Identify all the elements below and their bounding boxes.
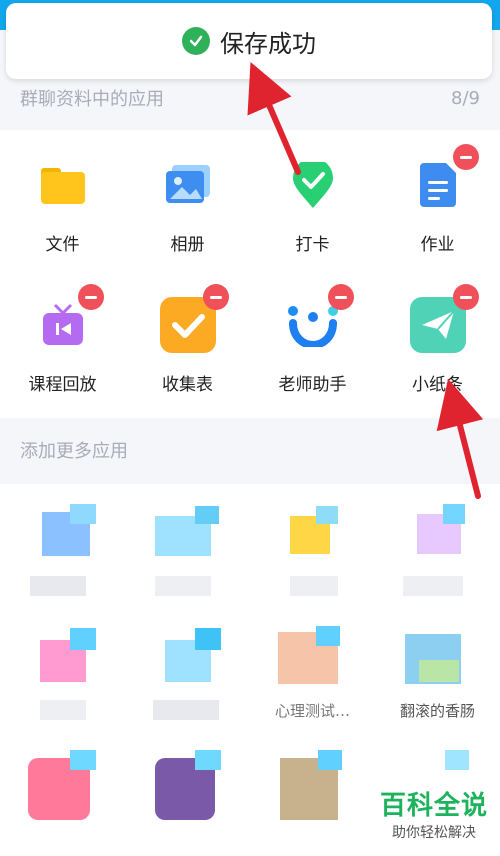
watermark-logo: 百科全说 助你轻松解决 [380,785,488,842]
watermark-main: 百科全说 [379,791,488,821]
arrow-to-paper-note [436,378,484,499]
arrow-to-toast [247,61,301,175]
watermark-sub: 助你轻松解决 [391,825,476,841]
annotation-arrows [247,61,484,499]
